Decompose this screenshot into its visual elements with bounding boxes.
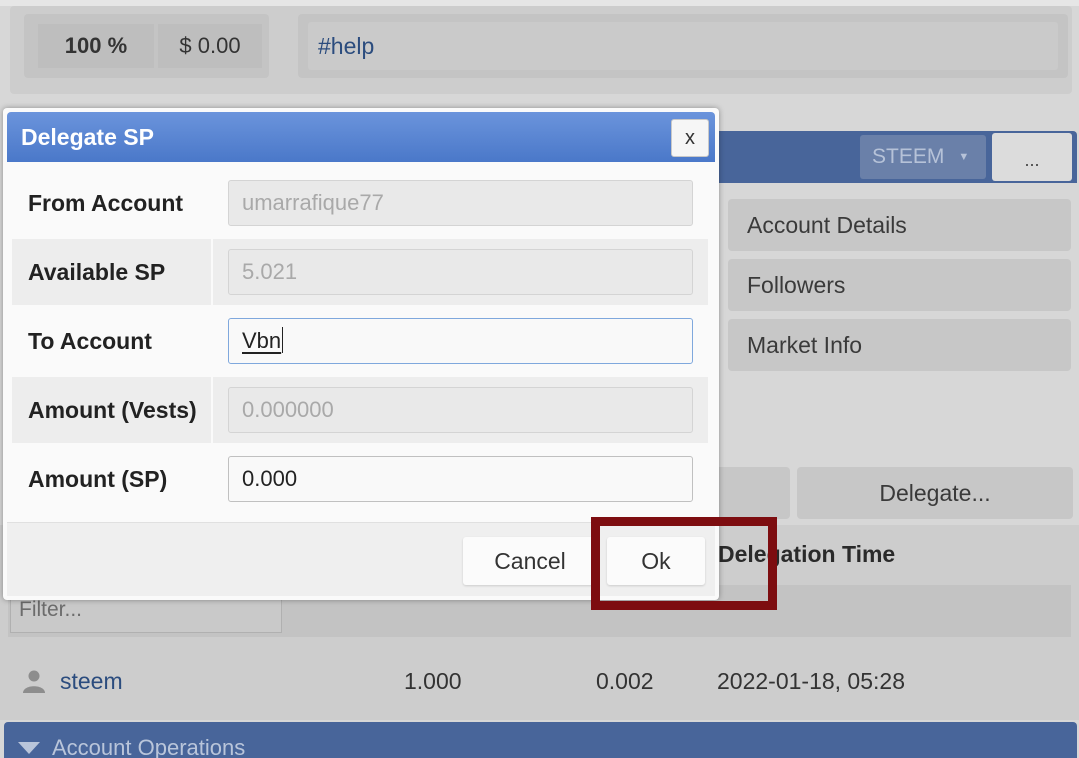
vote-value: $ 0.00 <box>158 24 262 68</box>
to-account-value: Vbn <box>242 328 282 353</box>
table-row: steem 1.000 0.002 2022-01-18, 05:28 <box>8 655 1071 707</box>
cancel-button[interactable]: Cancel <box>463 537 597 585</box>
triangle-down-icon <box>18 742 40 754</box>
amount-sp-label: Amount (SP) <box>28 466 168 492</box>
amount-sp-field[interactable]: 0.000 <box>228 456 693 502</box>
dialog-title: Delegate SP <box>21 124 154 150</box>
vote-percent[interactable]: 100 % <box>38 24 154 68</box>
user-link[interactable]: steem <box>60 655 123 707</box>
form-row-amount-sp: Amount (SP) 0.000 <box>12 446 708 512</box>
tab-button[interactable] <box>715 467 790 519</box>
user-icon <box>23 670 45 693</box>
from-account-label: From Account <box>28 190 184 216</box>
account-operations-bar[interactable]: Account Operations <box>4 722 1077 758</box>
tag-box: #help <box>298 14 1068 78</box>
account-header-bar: STEEM ▼ ... <box>700 131 1077 183</box>
account-operations-label: Account Operations <box>52 735 246 758</box>
from-account-field[interactable]: umarrafique77 <box>228 180 693 226</box>
form-row-to-account: To Account Vbn <box>12 308 708 374</box>
amount-vests-label: Amount (Vests) <box>28 397 197 423</box>
column-divider <box>211 377 213 443</box>
cell-vests: 0.002 <box>596 668 654 694</box>
text-cursor <box>282 327 284 353</box>
form-row-amount-vests: Amount (Vests) 0.000000 <box>12 377 708 443</box>
form-row-from-account: From Account umarrafique77 <box>12 170 708 236</box>
currency-select[interactable]: STEEM ▼ <box>860 135 986 179</box>
vote-box: 100 % $ 0.00 <box>24 14 269 78</box>
available-sp-label: Available SP <box>28 259 166 285</box>
chevron-down-icon: ▼ <box>958 151 970 163</box>
highlight-box <box>591 517 777 610</box>
more-button[interactable]: ... <box>992 133 1072 181</box>
cell-time: 2022-01-18, 05:28 <box>717 668 905 694</box>
to-account-label: To Account <box>28 328 152 354</box>
form-row-available-sp: Available SP 5.021 <box>12 239 708 305</box>
close-button[interactable]: x <box>671 119 709 157</box>
dialog-header: Delegate SP x <box>7 112 715 162</box>
account-details-button[interactable]: Account Details <box>728 199 1071 251</box>
available-sp-field[interactable]: 5.021 <box>228 249 693 295</box>
followers-button[interactable]: Followers <box>728 259 1071 311</box>
delegate-button[interactable]: Delegate... <box>797 467 1073 519</box>
cell-sp: 1.000 <box>404 668 462 694</box>
column-divider <box>211 239 213 305</box>
market-info-button[interactable]: Market Info <box>728 319 1071 371</box>
to-account-field[interactable]: Vbn <box>228 318 693 364</box>
post-panel: 100 % $ 0.00 #help <box>10 6 1072 94</box>
tag-link[interactable]: #help <box>308 22 1058 70</box>
currency-select-label: STEEM <box>872 145 945 168</box>
amount-vests-field[interactable]: 0.000000 <box>228 387 693 433</box>
